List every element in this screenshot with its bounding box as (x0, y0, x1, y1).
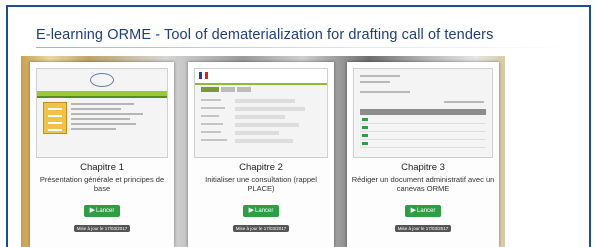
chapter-title: Chapitre 2 (239, 162, 283, 173)
chapter-title: Chapitre 1 (80, 162, 124, 173)
update-badge: Mise à jour le 17/03/2017 (233, 225, 289, 232)
play-icon: ▶ (248, 207, 255, 214)
thumbnail-text-lines (71, 103, 161, 133)
launch-button-label: Lancer (417, 208, 436, 214)
thumbnail-table-row (360, 133, 486, 140)
chapter-2-thumbnail (194, 68, 328, 158)
play-icon: ▶ (410, 207, 417, 214)
chapter-1-thumbnail (36, 68, 168, 158)
chapter-description: Initialiser une consultation (rappel PLA… (205, 175, 317, 193)
thumbnail-table-row (360, 141, 486, 148)
chapter-card-2[interactable]: Chapitre 2 Initialiser une consultation … (188, 62, 334, 247)
chapter-card-1[interactable]: Chapitre 1 Présentation générale et prin… (30, 62, 174, 247)
chapter-description: Présentation générale et principes de ba… (39, 175, 165, 193)
clipboard-checklist-icon (43, 102, 67, 134)
chapter-3-thumbnail (353, 68, 493, 158)
launch-button[interactable]: ▶Lancer (84, 205, 120, 217)
thumbnail-table-row (360, 125, 486, 132)
page-title: E-learning ORME - Tool of dematerializat… (36, 27, 494, 43)
update-badge: Mise à jour le 17/03/2017 (395, 225, 451, 232)
launch-button[interactable]: ▶Lancer (405, 205, 441, 217)
chapter-card-3[interactable]: Chapitre 3 Rédiger un document administr… (347, 62, 499, 247)
thumbnail-banner-stripe (37, 96, 167, 98)
orme-logo-icon (90, 73, 114, 87)
thumbnail-tab (201, 87, 219, 92)
play-icon: ▶ (89, 207, 96, 214)
update-badge: Mise à jour le 17/03/2017 (74, 225, 130, 232)
thumbnail-tab (221, 87, 235, 92)
thumbnail-header (195, 69, 327, 85)
chapter-description: Rédiger un document administratif avec u… (351, 175, 495, 193)
french-flag-icon (199, 72, 208, 79)
thumbnail-table-row (360, 117, 486, 124)
launch-button[interactable]: ▶Lancer (243, 205, 279, 217)
thumbnail-tab (237, 87, 251, 92)
thumbnail-table-header (360, 109, 486, 115)
launch-button-label: Lancer (96, 208, 115, 214)
chapter-title: Chapitre 3 (401, 162, 445, 173)
launch-button-label: Lancer (255, 208, 274, 214)
title-divider (36, 47, 576, 48)
